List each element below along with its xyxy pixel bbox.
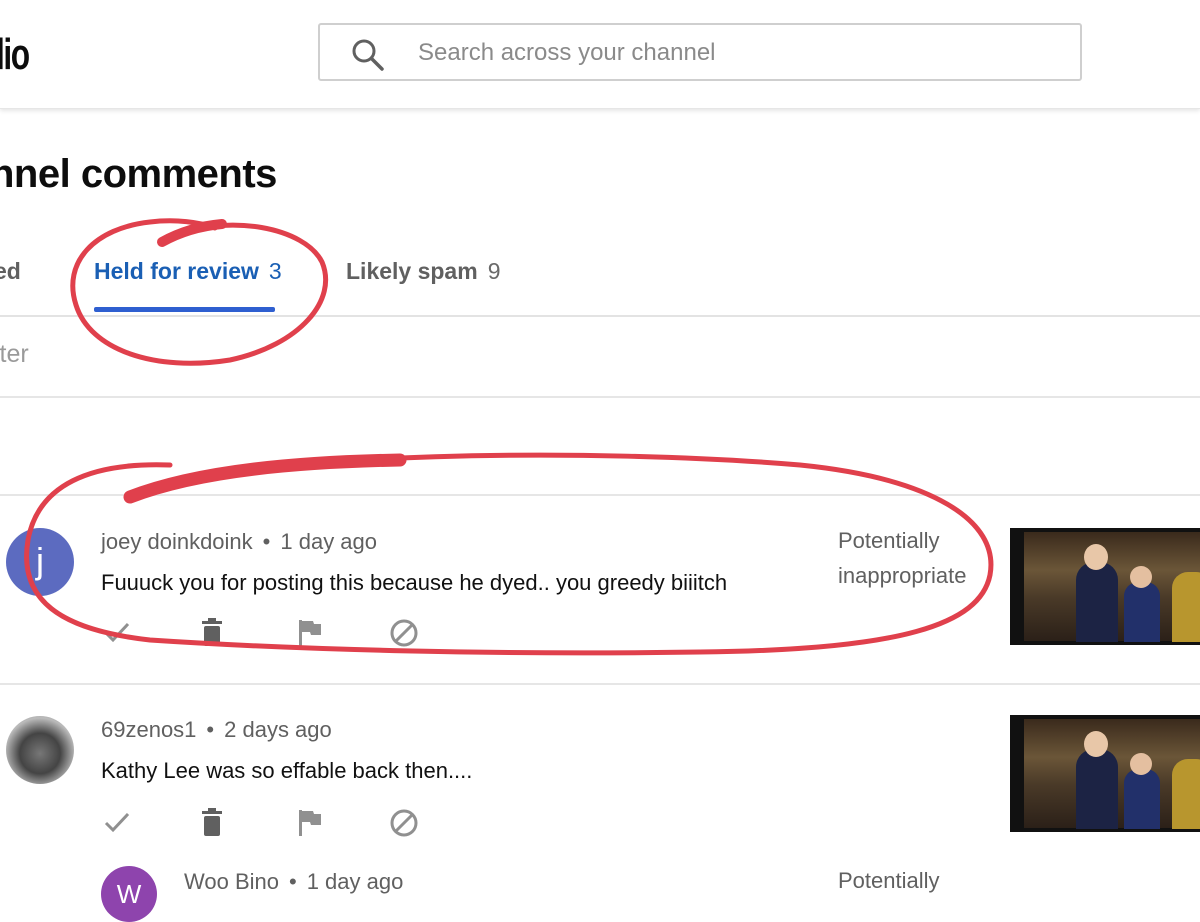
studio-logo[interactable]: lio	[0, 30, 30, 80]
tab-label: Likely spam	[346, 258, 478, 284]
thumbnail-image	[1024, 532, 1200, 642]
thumbnail-figure	[1130, 753, 1152, 775]
comment-time[interactable]: 1 day ago	[280, 529, 377, 554]
separator-dot: •	[206, 717, 215, 742]
comment-status: Potentially	[838, 863, 940, 898]
comment-author[interactable]: Woo Bino	[184, 869, 279, 894]
block-icon[interactable]	[389, 808, 419, 838]
top-bar: lio	[0, 0, 1200, 109]
tab-published[interactable]: ed	[0, 258, 21, 285]
page-title: nnel comments	[0, 152, 277, 196]
tab-label: Held for review	[94, 258, 259, 284]
comment-meta: Woo Bino • 1 day ago	[184, 869, 403, 895]
tab-label: ed	[0, 258, 21, 284]
thumbnail-figure	[1084, 544, 1108, 570]
annotation-stroke	[123, 453, 407, 504]
comment-meta: 69zenos1 • 2 days ago	[101, 717, 332, 743]
thumbnail-figure	[1130, 566, 1152, 588]
trash-icon[interactable]	[199, 808, 225, 836]
tab-held-for-review[interactable]: Held for review 3	[94, 258, 282, 285]
comment-time[interactable]: 2 days ago	[224, 717, 332, 742]
comment-meta: joey doinkdoink • 1 day ago	[101, 529, 377, 555]
check-icon[interactable]	[103, 618, 131, 646]
block-icon[interactable]	[389, 618, 419, 648]
comment-text: Fuuuck you for posting this because he d…	[101, 570, 728, 595]
comment-author[interactable]: 69zenos1	[101, 717, 196, 742]
thumbnail-image	[1024, 719, 1200, 829]
thumbnail-figure	[1172, 572, 1200, 642]
avatar[interactable]: j	[6, 528, 74, 596]
avatar[interactable]	[6, 716, 74, 784]
status-line: Potentially	[838, 868, 940, 893]
video-thumbnail[interactable]	[1010, 528, 1200, 645]
thumbnail-figure	[1172, 759, 1200, 829]
thumbnail-figure	[1076, 562, 1118, 642]
divider	[0, 494, 1200, 496]
separator-dot: •	[262, 529, 271, 554]
active-tab-indicator	[94, 307, 275, 312]
video-thumbnail[interactable]	[1010, 715, 1200, 832]
flag-icon[interactable]	[297, 808, 323, 836]
thumbnail-figure	[1124, 769, 1160, 829]
tab-bar: ed Held for review 3 Likely spam 9	[0, 240, 1200, 317]
avatar[interactable]: W	[101, 866, 157, 922]
tab-count: 9	[487, 258, 501, 284]
comment-time[interactable]: 1 day ago	[307, 869, 404, 894]
search-icon	[352, 39, 384, 71]
divider	[0, 683, 1200, 685]
status-line: Potentially	[838, 528, 940, 553]
tab-count: 3	[268, 258, 282, 284]
tab-likely-spam[interactable]: Likely spam 9	[346, 258, 500, 285]
comment-text: Kathy Lee was so effable back then....	[101, 758, 473, 783]
thumbnail-figure	[1124, 582, 1160, 642]
search-box[interactable]	[318, 23, 1082, 81]
check-icon[interactable]	[103, 808, 131, 836]
filter-input[interactable]: lter	[0, 340, 29, 369]
divider	[0, 396, 1200, 398]
comment-status: Potentially inappropriate	[838, 523, 966, 593]
search-input[interactable]	[416, 35, 1020, 71]
thumbnail-figure	[1076, 749, 1118, 829]
thumbnail-figure	[1084, 731, 1108, 757]
trash-icon[interactable]	[199, 618, 225, 646]
separator-dot: •	[288, 869, 297, 894]
comment-author[interactable]: joey doinkdoink	[101, 529, 253, 554]
flag-icon[interactable]	[297, 618, 323, 646]
status-line: inappropriate	[838, 563, 967, 588]
